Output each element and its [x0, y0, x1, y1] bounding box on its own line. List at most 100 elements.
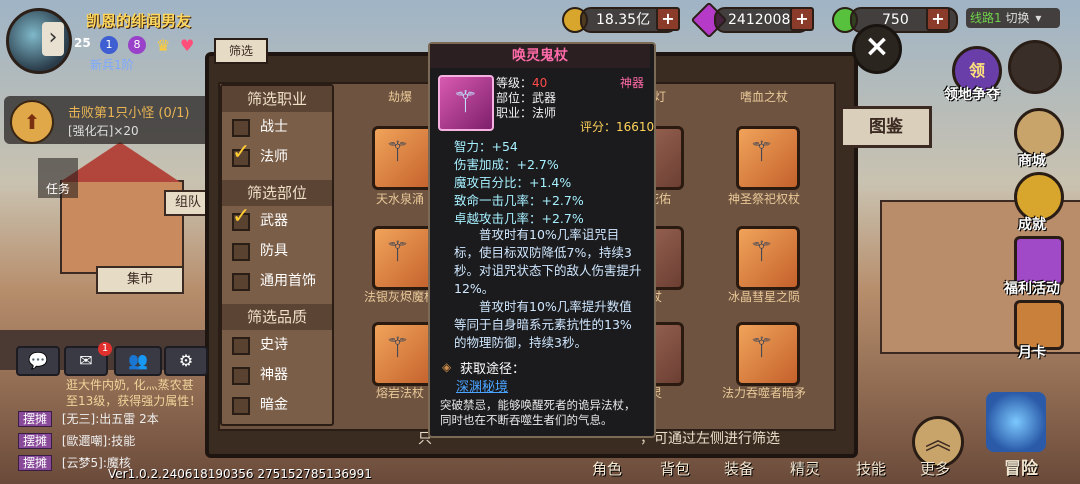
monthly-card-label: 月卡 — [1018, 345, 1046, 361]
item-slot[interactable]: ⚚ — [372, 126, 436, 190]
checkbox-icon — [232, 397, 250, 415]
adventure-portal-icon[interactable] — [986, 392, 1046, 452]
staff-icon: ⚚ — [385, 235, 411, 268]
friends-icon[interactable]: 👥 — [114, 346, 162, 376]
crown-icon: ♛ — [156, 36, 171, 55]
add-stamina-button[interactable]: + — [926, 7, 950, 31]
heart-icon: ♥ — [180, 36, 195, 55]
welfare-label: 福利活动 — [1004, 281, 1060, 297]
add-gold-button[interactable]: + — [656, 7, 680, 31]
attribute-line: 智力：+54 — [454, 139, 518, 154]
item-label: 冰晶彗星之陨 — [727, 290, 800, 304]
task-tab[interactable]: 任务 — [38, 158, 78, 198]
staff-icon: ⚚ — [385, 331, 411, 364]
item-slot[interactable]: ⚚ — [372, 322, 436, 386]
tooltip-title: 唤灵鬼杖 — [430, 44, 650, 68]
quest-tracker[interactable]: ⬆ 击败第1只小怪 (0/1) [强化石]×20 — [4, 96, 214, 144]
vip-badge-icon: 1 — [100, 36, 118, 54]
add-diamond-button[interactable]: + — [790, 7, 814, 31]
checkbox-icon — [232, 243, 250, 261]
stall-tag: 摆摊 — [18, 433, 53, 449]
stall-tag: 摆摊 — [18, 455, 53, 471]
nav-backpack[interactable]: 背包 — [660, 458, 690, 479]
stall-row[interactable]: 摆摊 [无三]:出五雷 2本 — [18, 410, 159, 427]
filter-artifact[interactable]: 神器 — [222, 360, 332, 390]
attribute-line: 伤害加成：+2.7% — [454, 157, 559, 172]
ghost-staff-icon: ⚚ — [438, 75, 494, 131]
filter-label: 史诗 — [260, 337, 288, 353]
achievement-label: 成就 — [1018, 217, 1046, 233]
player-level: 25 — [74, 36, 91, 50]
tooltip-job: 职业：法师 — [496, 106, 557, 120]
quest-reward: [强化石]×20 — [68, 124, 139, 138]
filter-tab-label: 筛选 — [228, 44, 253, 58]
filter-label: 战士 — [260, 119, 288, 135]
quest-arrow-icon: ⬆ — [10, 100, 54, 144]
nav-adventure[interactable]: 冒险 — [1004, 454, 1038, 479]
filter-tab[interactable]: 筛选 — [214, 38, 268, 64]
team-tab-label: 组队 — [174, 195, 201, 210]
gallery-tab[interactable]: 图鉴 — [840, 106, 932, 148]
checkmark-icon: ✓ — [232, 204, 251, 229]
filter-group-title: 筛选职业 — [222, 86, 332, 112]
chat-bubble-icon[interactable]: 💬 — [16, 346, 60, 376]
filter-armor[interactable]: 防具 — [222, 236, 332, 266]
source-label: 获取途径： — [460, 362, 526, 377]
item-label: 法力吞噬者暗矛 — [721, 386, 806, 400]
attribute-line: 卓越攻击几率：+2.7% — [454, 211, 584, 226]
gear-icon[interactable]: ⚙ — [164, 346, 208, 376]
item-slot[interactable]: ⚚ — [736, 226, 800, 290]
crossed-swords-icon[interactable] — [1008, 40, 1062, 94]
filter-accessory[interactable]: 通用首饰 — [222, 266, 332, 296]
nav-skills[interactable]: 技能 — [856, 458, 886, 479]
staff-icon: ⚚ — [749, 331, 775, 364]
filter-dark-gold[interactable]: 暗金 — [222, 390, 332, 420]
nav-more[interactable]: 更多 — [920, 458, 950, 479]
stall-text: [无三]:出五雷 2本 — [61, 412, 159, 426]
line-label: 线路1 — [970, 11, 1002, 25]
checkmark-icon: ✓ — [232, 140, 251, 165]
tooltip-quality: 神器 — [620, 76, 645, 90]
collapse-arrow-icon[interactable]: › — [42, 22, 64, 56]
filter-mage[interactable]: ✓ 法师 — [222, 140, 332, 172]
checkbox-icon — [232, 273, 250, 291]
chat-line: 至13级，获得强力属性！ — [66, 394, 202, 408]
nav-character[interactable]: 角色 — [592, 458, 622, 479]
market-label: 集市 — [126, 272, 153, 287]
column-header: 嗜血之杖 — [739, 90, 788, 104]
task-tab-label: 任务 — [45, 182, 70, 196]
source-link[interactable]: 深渊秘境 — [456, 376, 508, 395]
staff-icon: ⚚ — [749, 135, 775, 168]
checkbox-icon — [232, 367, 250, 385]
tooltip-score: 评分：16610 — [580, 120, 655, 134]
market-sign[interactable]: 集市 — [96, 266, 184, 294]
shop-label: 商城 — [1018, 153, 1046, 169]
item-slot[interactable]: ⚚ — [736, 126, 800, 190]
filter-epic[interactable]: 史诗 — [222, 330, 332, 360]
line-switch[interactable]: 线路1 切换 ▾ — [966, 8, 1060, 28]
filter-weapon[interactable]: ✓ 武器 — [222, 204, 332, 236]
filter-column: 筛选职业 战士 ✓ 法师 筛选部位 ✓ 武器 防具 通用首饰 筛选品质 史诗 神… — [220, 84, 334, 426]
effect-text: 对诅咒状态下的敌人伤害提升12%。 — [454, 263, 642, 296]
stall-tag: 摆摊 — [18, 411, 53, 427]
line-switch-label: 切换 — [1005, 11, 1030, 25]
filter-label: 法师 — [260, 149, 288, 165]
stall-text: [歐邇嘲]:技能 — [61, 434, 136, 448]
close-button[interactable]: × — [852, 24, 902, 74]
staff-icon: ⚚ — [385, 135, 411, 168]
stall-row[interactable]: 摆摊 [歐邇嘲]:技能 — [18, 432, 135, 449]
staff-icon: ⚚ — [749, 235, 775, 268]
item-slot[interactable]: ⚚ — [372, 226, 436, 290]
checkbox-icon — [232, 119, 250, 137]
chevron-down-icon: ▾ — [1035, 11, 1042, 25]
nav-equipment[interactable]: 装备 — [724, 458, 754, 479]
item-slot[interactable]: ⚚ — [736, 322, 800, 386]
filter-group-title: 筛选品质 — [222, 304, 332, 330]
filter-label: 神器 — [260, 367, 288, 383]
filter-label: 暗金 — [260, 397, 288, 413]
item-label: 神圣祭祀权杖 — [727, 192, 800, 206]
diamond-bullet-icon: ◈ — [442, 360, 452, 374]
nav-pet[interactable]: 精灵 — [790, 458, 820, 479]
notification-badge: 1 — [98, 342, 112, 356]
territory-war-label: 领地争夺 — [944, 87, 1000, 103]
